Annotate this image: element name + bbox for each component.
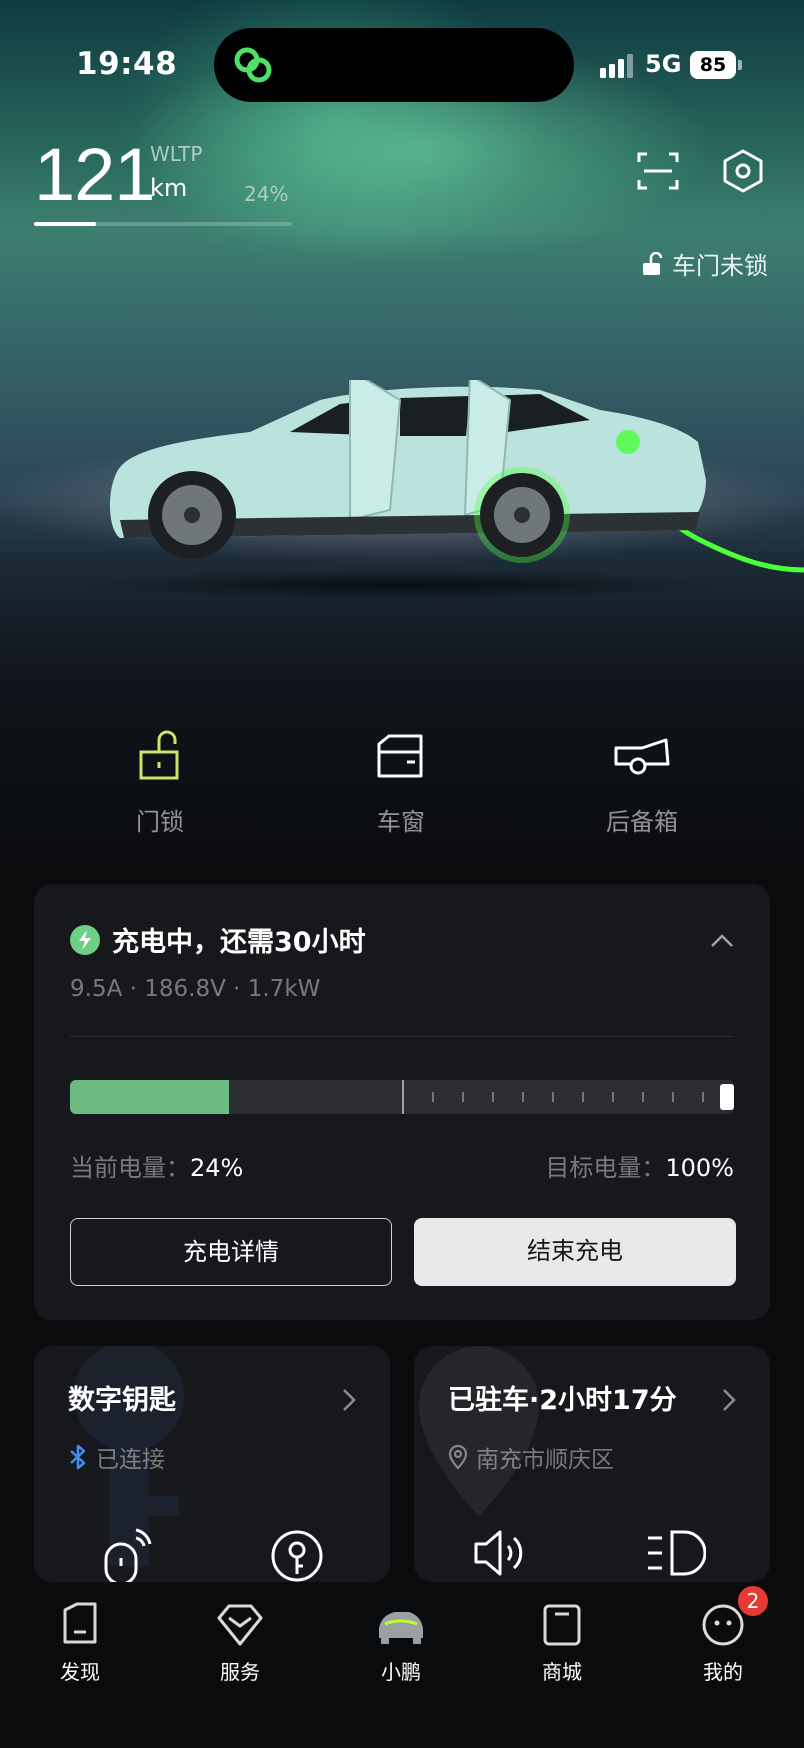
- divider: [70, 1036, 734, 1037]
- charge-level-tick: [552, 1092, 554, 1102]
- unlocked-icon: [643, 251, 663, 275]
- charging-title: 充电中，还需30小时: [112, 927, 366, 958]
- current-level-value: 24%: [190, 1154, 244, 1182]
- remote-key-icon[interactable]: [102, 1528, 152, 1582]
- quick-actions: 门锁 车窗 后备箱: [0, 730, 804, 850]
- key-icon[interactable]: [270, 1528, 324, 1582]
- charge-level-tick: [432, 1092, 434, 1102]
- charging-card: 充电中，还需30小时 9.5A · 186.8V · 1.7kW 当前电量：24…: [34, 884, 770, 1320]
- charge-level-tick: [582, 1092, 584, 1102]
- range-progress-fill: [34, 222, 96, 226]
- tab-xpeng-label: 小鹏: [381, 1660, 421, 1684]
- parking-location: 南充市顺庆区: [448, 1440, 614, 1474]
- settings-hexagon-icon[interactable]: [720, 148, 766, 194]
- tab-xpeng[interactable]: 小鹏: [351, 1602, 451, 1685]
- charge-level-tick: [492, 1092, 494, 1102]
- lightning-icon: [70, 924, 100, 955]
- charge-level-tick: [462, 1092, 464, 1102]
- notification-badge: 2: [736, 1584, 770, 1618]
- target-level-handle[interactable]: [720, 1084, 734, 1110]
- charge-level-tick: [672, 1092, 674, 1102]
- charging-title-row: 充电中，还需30小时: [70, 920, 366, 959]
- charge-level-tick: [702, 1092, 704, 1102]
- car-window-action[interactable]: 车窗: [321, 730, 481, 837]
- shop-icon: [543, 1604, 581, 1646]
- current-level: 当前电量：24%: [70, 1148, 243, 1183]
- tab-discover[interactable]: 发现: [30, 1602, 130, 1685]
- parking-title: 已驻车·2小时17分: [448, 1385, 677, 1416]
- service-icon: [217, 1604, 263, 1646]
- signal-icon: [600, 54, 633, 78]
- tab-shop-label: 商城: [542, 1660, 582, 1684]
- target-level: 目标电量：100%: [545, 1148, 734, 1183]
- battery-nub: [738, 60, 742, 70]
- status-time: 19:48: [76, 46, 178, 82]
- bluetooth-icon: [70, 1444, 86, 1470]
- trunk-action[interactable]: 后备箱: [562, 730, 722, 837]
- tab-profile-label: 我的: [703, 1660, 743, 1684]
- charge-level-midpoint: [402, 1080, 404, 1114]
- location-watermark-icon: [419, 1346, 539, 1516]
- stop-charging-button[interactable]: 结束充电: [414, 1218, 736, 1286]
- parking-location-text: 南充市顺庆区: [476, 1447, 614, 1473]
- trunk-icon: [614, 738, 670, 775]
- range-progress-track: [34, 222, 292, 226]
- digital-key-title: 数字钥匙: [68, 1385, 176, 1416]
- door-lock-status[interactable]: 车门未锁: [642, 246, 768, 281]
- tab-shop[interactable]: 商城: [512, 1602, 612, 1685]
- tab-discover-label: 发现: [60, 1660, 100, 1684]
- parking-card[interactable]: 已驻车·2小时17分 南充市顺庆区: [414, 1346, 770, 1582]
- charging-details-button[interactable]: 充电详情: [70, 1218, 392, 1286]
- door-lock-action[interactable]: 门锁: [80, 730, 240, 837]
- charge-level-tick: [612, 1092, 614, 1102]
- car-window-icon: [377, 734, 423, 778]
- charging-stats: 9.5A · 186.8V · 1.7kW: [70, 976, 321, 1002]
- range-unit: km: [150, 174, 188, 202]
- digital-key-card[interactable]: 数字钥匙 已连接: [34, 1346, 390, 1582]
- link-app-icon: [234, 47, 272, 83]
- charge-level-tick: [642, 1092, 644, 1102]
- charge-level-fill: [70, 1080, 230, 1114]
- scan-icon[interactable]: [635, 148, 681, 194]
- network-type: 5G: [645, 50, 682, 78]
- dynamic-island[interactable]: [214, 28, 574, 102]
- chevron-up-icon[interactable]: [710, 932, 734, 948]
- location-pin-icon: [448, 1444, 468, 1470]
- target-level-value: 100%: [665, 1154, 734, 1182]
- battery-percent: 24%: [244, 182, 289, 206]
- car-window-label: 车窗: [377, 808, 425, 836]
- discover-icon: [63, 1602, 97, 1644]
- headlight-icon[interactable]: [646, 1528, 706, 1578]
- car-tab-icon: [379, 1612, 423, 1644]
- chevron-right-icon: [723, 1389, 736, 1411]
- horn-speaker-icon[interactable]: [472, 1528, 532, 1578]
- trunk-label: 后备箱: [606, 808, 678, 836]
- tab-service[interactable]: 服务: [190, 1602, 290, 1685]
- charge-level-slider[interactable]: [70, 1080, 734, 1114]
- target-level-label: 目标电量：: [545, 1154, 666, 1182]
- door-lock-label: 门锁: [136, 808, 184, 836]
- digital-key-status: 已连接: [68, 1440, 165, 1474]
- chevron-right-icon: [343, 1389, 356, 1411]
- charge-level-tick: [522, 1092, 524, 1102]
- battery-indicator: 85: [690, 51, 736, 79]
- door-lock-status-text: 车门未锁: [672, 252, 768, 280]
- bottom-tab-bar: 发现 服务 小鹏 商城 我的: [0, 1582, 804, 1748]
- digital-key-status-text: 已连接: [96, 1447, 165, 1473]
- car-illustration: [109, 380, 804, 573]
- unlock-icon: [139, 730, 179, 780]
- tab-service-label: 服务: [220, 1660, 260, 1684]
- range-standard: WLTP: [150, 142, 203, 166]
- status-bar: 19:48 5G 85: [0, 0, 804, 130]
- current-level-label: 当前电量：: [70, 1154, 190, 1182]
- range-value: 121: [34, 133, 155, 216]
